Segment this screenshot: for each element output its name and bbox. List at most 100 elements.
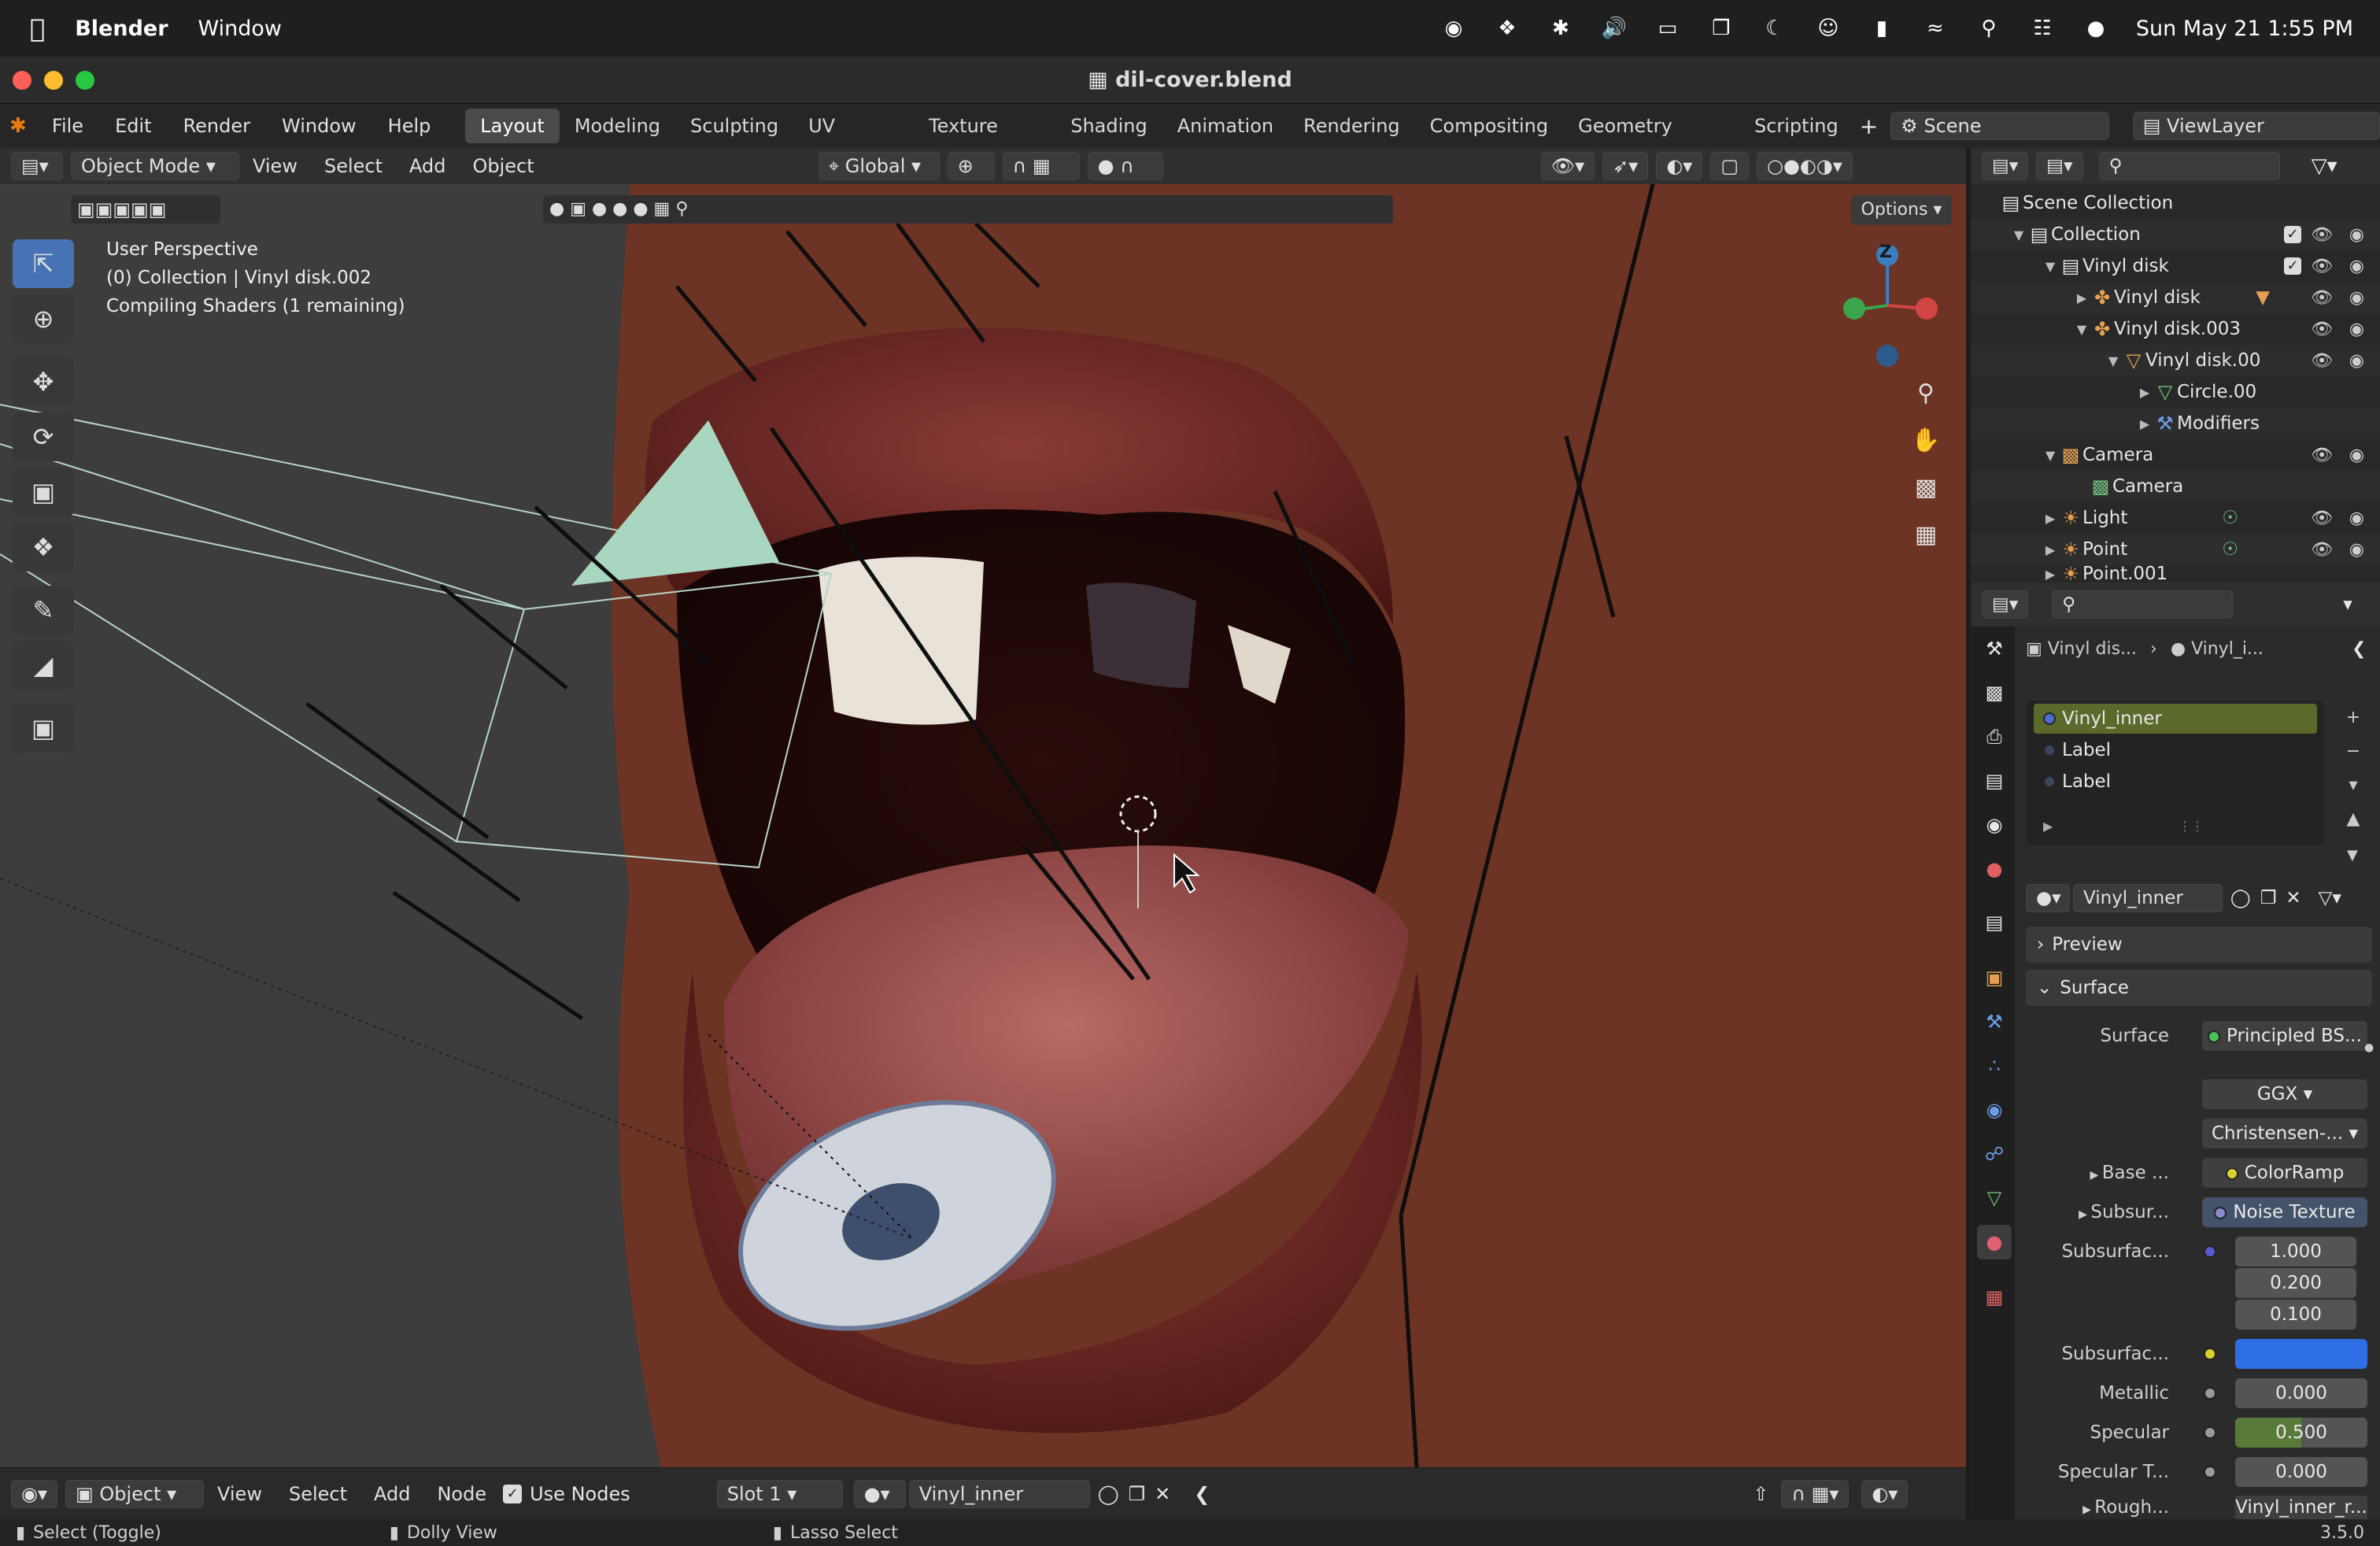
control-center-icon[interactable]: ☷ bbox=[2029, 17, 2056, 40]
focus-moon-icon[interactable]: ☾ bbox=[1761, 17, 1788, 40]
preview-panel-header[interactable]: › Preview bbox=[2026, 926, 2372, 963]
visibility-eye-icon[interactable]: 👁 bbox=[2311, 509, 2333, 528]
metallic-field[interactable]: 0.000 bbox=[2235, 1378, 2367, 1408]
material-filter-icon[interactable]: ▽▾ bbox=[2319, 888, 2341, 908]
outliner-row-scene-collection[interactable]: ▤ Scene Collection bbox=[1971, 187, 2380, 219]
exclude-checkbox[interactable]: ✓ bbox=[2284, 226, 2301, 243]
xray-toggle-icon[interactable]: ▢ bbox=[1710, 152, 1749, 180]
options-button[interactable]: Options ▾ bbox=[1851, 195, 1952, 225]
scene-selector[interactable]: ⚙ Scene bbox=[1890, 112, 2109, 140]
tab-uv-editing[interactable]: UV Editing bbox=[793, 109, 914, 172]
visibility-eye-icon[interactable]: 👁 bbox=[2311, 351, 2333, 371]
tab-scripting[interactable]: Scripting bbox=[1739, 109, 1853, 143]
breadcrumb-object[interactable]: Vinyl dis... bbox=[2048, 639, 2137, 659]
outliner-row-vinyl-disk-003[interactable]: ▼ ✤ Vinyl disk.003 👁 ◉ bbox=[1971, 313, 2380, 345]
properties-search-input[interactable]: ⚲ bbox=[2052, 590, 2234, 619]
duplicate-material-icon[interactable]: ❐ bbox=[1129, 1483, 1146, 1505]
pan-hand-icon[interactable]: ✋ bbox=[1906, 420, 1946, 460]
viewport-tool-settings[interactable]: ● ▣ ● ● ● ▦ ⚲ bbox=[543, 195, 1393, 224]
render-camera-icon[interactable]: ◉ bbox=[2349, 257, 2364, 276]
transform-tool[interactable]: ❖ bbox=[13, 523, 74, 571]
volume-icon[interactable]: 🔊 bbox=[1601, 17, 1628, 40]
node-menu-add[interactable]: Add bbox=[360, 1483, 423, 1505]
node-menu-node[interactable]: Node bbox=[423, 1483, 500, 1505]
menu-window[interactable]: Window bbox=[266, 115, 372, 137]
outliner-row-vinyl-disk-collection[interactable]: ▼ ▤ Vinyl disk ✓ 👁 ◉ bbox=[1971, 250, 2380, 282]
battery-icon[interactable]: ▮ bbox=[1868, 17, 1895, 40]
pin-icon[interactable]: ❮ bbox=[1194, 1483, 1210, 1505]
overlay-toggle-icon[interactable]: ◐▾ bbox=[1656, 152, 1703, 180]
parent-node-tree-icon[interactable]: ⇧ bbox=[1753, 1483, 1768, 1505]
move-slot-up-icon[interactable]: ▲ bbox=[2338, 802, 2369, 836]
exclude-checkbox[interactable]: ✓ bbox=[2284, 257, 2301, 275]
subsurface-field[interactable]: Noise Texture bbox=[2202, 1197, 2367, 1227]
surface-panel-header[interactable]: ⌄ Surface bbox=[2026, 970, 2372, 1006]
window-menu[interactable]: Window bbox=[198, 17, 282, 41]
shader-type-dropdown[interactable]: ▣ Object ▾ bbox=[65, 1479, 204, 1508]
menu-edit[interactable]: Edit bbox=[99, 115, 167, 137]
bluetooth-icon[interactable]: ✱ bbox=[1547, 17, 1574, 40]
use-nodes-checkbox[interactable]: ✓ bbox=[503, 1484, 523, 1503]
collection-tab-icon[interactable]: ▤ bbox=[1977, 905, 2012, 940]
render-camera-icon[interactable]: ◉ bbox=[2349, 225, 2364, 245]
measure-tool[interactable]: ◢ bbox=[13, 641, 74, 690]
wifi-icon[interactable]: ≈ bbox=[1922, 17, 1949, 40]
user-icon[interactable]: ☺ bbox=[1815, 17, 1842, 40]
filter-icon[interactable]: ▽▾ bbox=[2312, 154, 2338, 178]
data-tab-icon[interactable]: ▽ bbox=[1977, 1181, 2012, 1215]
specular-field[interactable]: 0.500 bbox=[2235, 1418, 2367, 1448]
tab-sculpting[interactable]: Sculpting bbox=[675, 109, 793, 143]
viewport-menu-select[interactable]: Select bbox=[311, 155, 396, 177]
visibility-eye-icon[interactable]: 👁 bbox=[2311, 446, 2333, 465]
camera-view-icon[interactable]: ▩ bbox=[1906, 468, 1946, 507]
view-layer-selector[interactable]: ▤ ViewLayer bbox=[2132, 112, 2380, 140]
surface-shader-field[interactable]: Principled BS... bbox=[2202, 1021, 2367, 1051]
fake-user-shield-icon[interactable]: ◯ bbox=[1098, 1483, 1119, 1505]
view-layer-tab-icon[interactable]: ▤ bbox=[1977, 764, 2012, 798]
render-camera-icon[interactable]: ◉ bbox=[2349, 351, 2364, 371]
outliner-row-vinyl-disk-00[interactable]: ▼ ▽ Vinyl disk.00 👁 ◉ bbox=[1971, 345, 2380, 376]
tab-compositing[interactable]: Compositing bbox=[1415, 109, 1563, 143]
snapping-icon[interactable]: ∩ ▦ bbox=[1002, 152, 1080, 180]
menu-help[interactable]: Help bbox=[372, 115, 447, 137]
expand-triangle-icon[interactable]: ▼ bbox=[2105, 353, 2122, 368]
physics-tab-icon[interactable]: ◉ bbox=[1977, 1093, 2012, 1127]
outliner-row-light[interactable]: ▶ ☀ Light ☉ 👁 ◉ bbox=[1971, 502, 2380, 534]
duplicate-material-icon[interactable]: ❐ bbox=[2260, 888, 2277, 908]
unlink-material-icon[interactable]: ✕ bbox=[2286, 888, 2301, 908]
pivot-point-icon[interactable]: ⊕ bbox=[947, 152, 995, 180]
outliner-row-collection[interactable]: ▼ ▤ Collection ✓ 👁 ◉ bbox=[1971, 219, 2380, 250]
screen-record-icon[interactable]: ◉ bbox=[1440, 17, 1467, 40]
tab-geometry-nodes[interactable]: Geometry Nodes bbox=[1563, 109, 1739, 172]
outliner-row-vinyl-disk-object[interactable]: ▶ ✤ Vinyl disk ▼ 👁 ◉ bbox=[1971, 282, 2380, 313]
material-slot-label-2[interactable]: Label bbox=[2034, 767, 2317, 797]
expand-triangle-icon[interactable]: ▶ bbox=[2082, 1503, 2094, 1516]
overlay-toggle-icon[interactable]: ◐▾ bbox=[1861, 1479, 1909, 1508]
3d-viewport[interactable]: ▣▣▣▣▣ ● ▣ ● ● ● ▦ ⚲ User Perspective (0)… bbox=[0, 184, 1966, 1467]
resize-grip-icon[interactable]: ⋮⋮ bbox=[2179, 819, 2204, 834]
subsurface-radius-y[interactable]: 0.200 bbox=[2235, 1268, 2356, 1298]
slot-specials-icon[interactable]: ▾ bbox=[2338, 768, 2369, 802]
specular-tint-field[interactable]: 0.000 bbox=[2235, 1457, 2367, 1487]
material-tab-icon[interactable]: ● bbox=[1977, 1225, 2012, 1259]
expand-triangle-icon[interactable]: ▶ bbox=[2042, 511, 2059, 526]
visibility-dropdown[interactable]: 👁▾ bbox=[1540, 152, 1595, 180]
render-camera-icon[interactable]: ◉ bbox=[2349, 509, 2364, 528]
expand-triangle-icon[interactable]: ▼ bbox=[2042, 448, 2059, 463]
expand-triangle-icon[interactable]: ▶ bbox=[2073, 290, 2090, 305]
texture-tab-icon[interactable]: ▦ bbox=[1977, 1280, 2012, 1315]
viewport-menu-view[interactable]: View bbox=[239, 155, 311, 177]
node-menu-select[interactable]: Select bbox=[275, 1483, 360, 1505]
expand-triangle-icon[interactable]: ▶ bbox=[2079, 1208, 2090, 1221]
outliner-row-camera-object[interactable]: ▼ ▩ Camera 👁 ◉ bbox=[1971, 439, 2380, 471]
app-menu-blender[interactable]: Blender bbox=[75, 17, 168, 41]
render-camera-icon[interactable]: ◉ bbox=[2349, 446, 2364, 465]
blender-logo-icon[interactable]: ✱ bbox=[0, 114, 36, 138]
use-nodes-toggle[interactable]: ✓ Use Nodes bbox=[503, 1483, 630, 1505]
particles-tab-icon[interactable]: ∴ bbox=[1977, 1049, 2012, 1083]
expand-triangle-icon[interactable]: ▼ bbox=[2010, 227, 2027, 242]
subsurface-method-dropdown[interactable]: Christensen-... ▾ bbox=[2202, 1119, 2367, 1148]
node-menu-view[interactable]: View bbox=[204, 1483, 275, 1505]
render-camera-icon[interactable]: ◉ bbox=[2349, 320, 2364, 339]
material-slot-label-1[interactable]: Label bbox=[2034, 735, 2317, 765]
